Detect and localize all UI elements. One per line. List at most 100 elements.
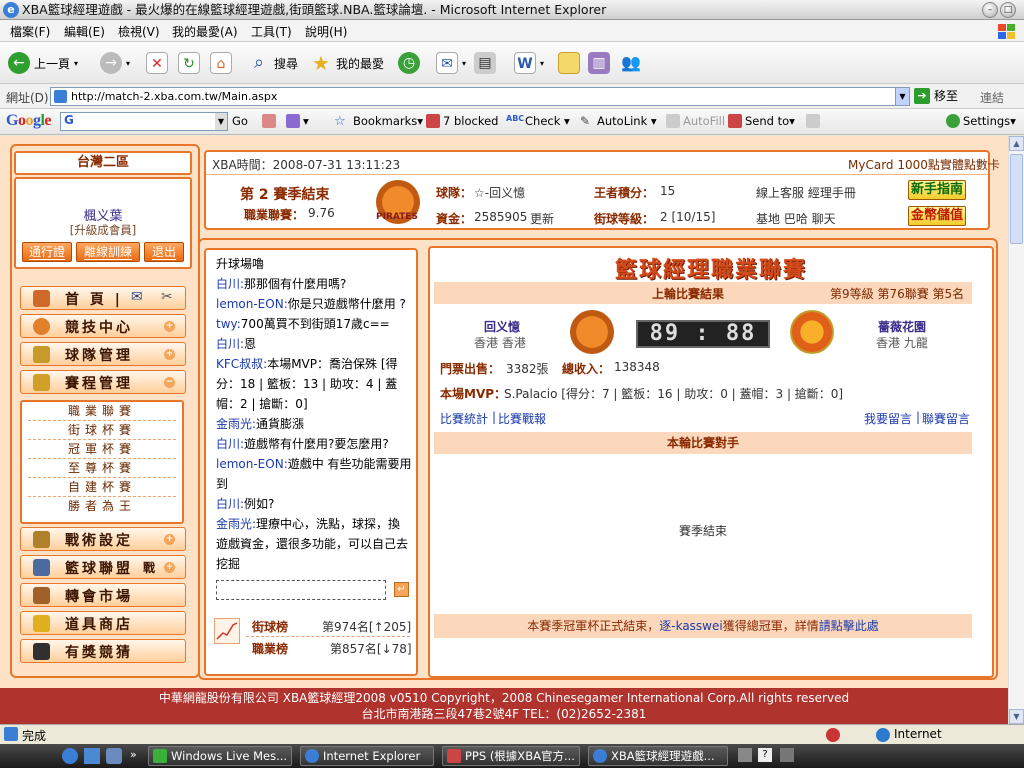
nav-league[interactable]: 籃球聯盟 戰 + [20,555,186,579]
nav-shop[interactable]: 道具商店 [20,611,186,635]
news-ticker[interactable]: MyCard 1000點實體點數卡 [848,156,1000,173]
submenu-custom-cup[interactable]: 自建杯賽 [28,478,176,497]
desktop-icon[interactable] [84,748,100,764]
scroll-down-button[interactable]: ▼ [1009,709,1024,724]
nav-transfer[interactable]: 轉會市場 [20,583,186,607]
network-tray-icon[interactable] [780,748,794,762]
refresh-button[interactable]: ↻ [178,50,204,76]
task-windows-live-messenger[interactable]: Windows Live Mes... [148,746,292,766]
messenger-button[interactable]: 👥 [620,50,646,76]
menu-file[interactable]: 檔案(F) [10,23,50,40]
nav-home[interactable]: 首 頁 | ✉ ✂ [20,286,186,310]
highlighter-button[interactable] [806,114,823,128]
home-button[interactable]: ⌂ [210,50,236,76]
expand-icon[interactable]: + [164,321,175,332]
server-region: 台灣二區 [14,151,192,175]
settings-button[interactable]: Settings▾ [946,114,1016,128]
autolink-button[interactable]: ✎ AutoLink ▾ [580,114,657,128]
newbie-guide-button[interactable]: 新手指南 [908,180,966,200]
submenu-pro-league[interactable]: 職業聯賽 [28,402,176,421]
expand-icon[interactable]: + [164,349,175,360]
forward-button[interactable]: → ▾ [100,50,130,76]
research-button[interactable]: ▥ [588,50,614,76]
nav-schedule[interactable]: 賽程管理 − [20,370,186,394]
sendto-button[interactable]: Send to▾ [728,114,795,128]
scroll-up-button[interactable]: ▲ [1009,136,1024,151]
more-icon[interactable]: » [130,748,137,761]
task-pps[interactable]: PPS (根據XBA官方... [442,746,580,766]
back-button[interactable]: ← 上一頁 ▾ [8,50,78,76]
google-options-button[interactable]: ▾ [286,114,309,128]
logout-button[interactable]: 退出 [144,242,184,262]
tools-icon[interactable]: ✂ [161,289,173,305]
go-button[interactable]: ➔ 移至 [914,87,958,104]
page-body: 台灣二區 楓义葉 [升級成會員] 通行證 離線訓練 退出 首 頁 | ✉ ✂ 競… [0,136,1008,688]
chat-send-button[interactable]: ↵ [394,582,409,597]
tray-icon[interactable] [738,748,752,762]
search-button[interactable]: ⌕ 搜尋 [248,50,298,76]
menu-help[interactable]: 說明(H) [305,23,347,40]
address-dropdown[interactable]: ▼ [895,88,909,105]
edit-button[interactable]: W ▾ [514,50,544,76]
team-value[interactable]: ☆-回义憶 [474,184,525,201]
favorites-button[interactable]: ★ 我的最愛 [310,50,384,76]
task-xba-game[interactable]: XBA籃球經理遊戲... [588,746,728,766]
google-news-button[interactable] [262,114,279,128]
discuss-button[interactable] [558,50,584,76]
mail-button[interactable]: ✉ ▾ [436,50,466,76]
submenu-winner[interactable]: 勝者為王 [28,497,176,516]
submenu-street-cup[interactable]: 街球杯賽 [28,421,176,440]
popup-blocker-button[interactable]: 7 blocked [426,114,498,128]
maximize-button[interactable]: □ [1000,2,1016,18]
links-button[interactable]: 連結 [980,89,1004,106]
league-message-link[interactable]: 聯賽留言 [922,410,970,427]
chat-input[interactable] [216,580,386,600]
passport-button[interactable]: 通行證 [22,242,72,262]
expand-icon[interactable]: + [164,534,175,545]
deposit-button[interactable]: 金幣儲值 [908,206,966,226]
collapse-icon[interactable]: − [164,377,175,388]
home-team-logo [570,310,614,354]
nav-team[interactable]: 球隊管理 + [20,342,186,366]
menu-view[interactable]: 檢視(V) [118,23,160,40]
print-button[interactable]: ▤ [474,50,500,76]
leave-message-link[interactable]: 我要留言 [864,410,912,427]
google-go-button[interactable]: Go [232,114,248,128]
submenu-champion-cup[interactable]: 冠軍杯賽 [28,440,176,459]
menu-tools[interactable]: 工具(T) [251,23,292,40]
menu-favorites[interactable]: 我的最愛(A) [172,23,238,40]
history-button[interactable]: ◷ [398,50,424,76]
autofill-button[interactable]: AutoFill [666,114,725,128]
minimize-button[interactable]: – [982,2,998,18]
mail-icon[interactable]: ✉ [131,289,143,305]
submenu-supreme-cup[interactable]: 至尊杯賽 [28,459,176,478]
champion-team-link[interactable]: 逐-kasswei [659,619,722,633]
task-internet-explorer[interactable]: Internet Explorer [300,746,434,766]
scroll-thumb[interactable] [1010,154,1023,244]
offline-training-button[interactable]: 離線訓練 [76,242,140,262]
match-stats-link[interactable]: 比賽統計 [440,410,488,427]
ie-quicklaunch-icon[interactable] [62,748,78,764]
refresh-link[interactable]: 更新 [530,210,554,227]
details-link[interactable]: 請點擊此處 [819,619,879,633]
away-team-name[interactable]: 薔薇花園 [878,318,926,335]
community-links[interactable]: 基地 巴哈 聊天 [756,210,836,227]
google-search-input[interactable]: G ▼ [60,112,228,131]
address-input[interactable]: http://match-2.xba.com.tw/Main.aspx ▼ [50,87,910,106]
nav-guess[interactable]: 有獎競猜 [20,639,186,663]
google-search-dropdown[interactable]: ▼ [215,113,227,130]
nav-tactics[interactable]: 戰術設定 + [20,527,186,551]
match-report-link[interactable]: 比賽戰報 [498,410,546,427]
service-links[interactable]: 線上客服 經理手冊 [756,184,856,201]
spellcheck-button[interactable]: ABC Check ▾ [506,114,570,128]
home-team-name[interactable]: 回义憶 [484,318,520,335]
stop-button[interactable]: ✕ [146,50,172,76]
quicklaunch-icon[interactable] [106,748,122,764]
help-tray-icon[interactable]: ? [758,748,772,762]
menu-edit[interactable]: 編輯(E) [64,23,105,40]
vertical-scrollbar[interactable]: ▲ ▼ [1008,136,1024,724]
expand-icon[interactable]: + [164,562,175,573]
bookmarks-button[interactable]: ☆ Bookmarks▾ [334,114,423,129]
upgrade-member-link[interactable]: [升級成會員] [16,222,190,238]
nav-arena[interactable]: 競技中心 + [20,314,186,338]
